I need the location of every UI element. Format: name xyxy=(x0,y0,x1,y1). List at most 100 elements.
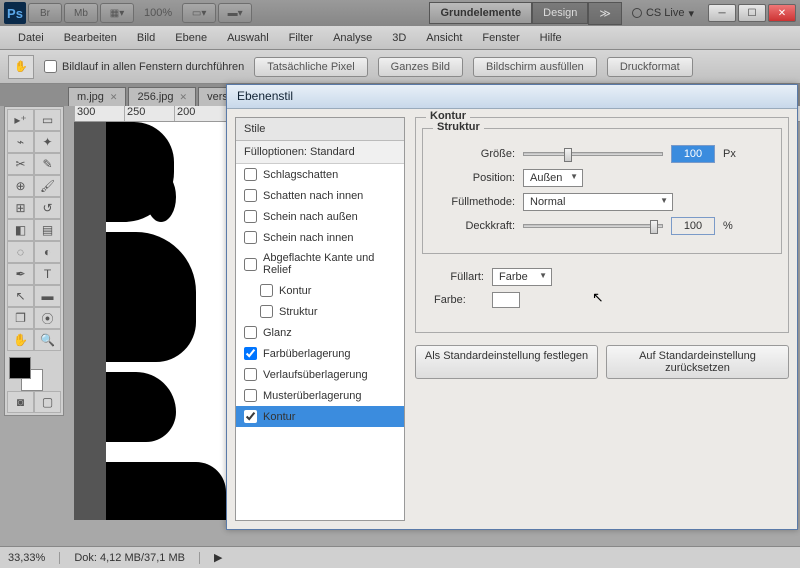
style-item-11[interactable]: Kontur xyxy=(236,406,404,427)
gradient-tool[interactable]: ▤ xyxy=(34,219,61,241)
style-item-0[interactable]: Schlagschatten xyxy=(236,164,404,185)
menu-datei[interactable]: Datei xyxy=(8,28,54,48)
status-doc[interactable]: Dok: 4,12 MB/37,1 MB xyxy=(74,552,200,564)
minimize-button[interactable]: ─ xyxy=(708,4,736,22)
style-item-2[interactable]: Schein nach außen xyxy=(236,206,404,227)
screenmode-button[interactable]: ▢ xyxy=(34,391,61,413)
menu-hilfe[interactable]: Hilfe xyxy=(530,28,572,48)
app-bar: Ps Br Mb ▦▾ 100% ▭▾ ▬▾ Grundelemente Des… xyxy=(0,0,800,26)
style-item-5[interactable]: Kontur xyxy=(236,280,404,301)
zoom-level[interactable]: 100% xyxy=(136,7,180,19)
quickmask-button[interactable]: ◙ xyxy=(7,391,34,413)
color-label: Farbe: xyxy=(434,294,484,306)
opacity-input[interactable]: 100 xyxy=(671,217,715,235)
layer-style-dialog: Ebenenstil Stile Fülloptionen: Standard … xyxy=(226,84,798,530)
make-default-button[interactable]: Als Standardeinstellung festlegen xyxy=(415,345,598,379)
maximize-button[interactable]: ☐ xyxy=(738,4,766,22)
eraser-tool[interactable]: ◧ xyxy=(7,219,34,241)
status-arrow-icon[interactable]: ▶ xyxy=(214,551,222,564)
doc-tab-1[interactable]: 256.jpg✕ xyxy=(128,87,196,106)
opacity-label: Deckkraft: xyxy=(435,220,515,232)
style-item-7[interactable]: Glanz xyxy=(236,322,404,343)
cslive-icon xyxy=(632,8,642,18)
color-swatches[interactable] xyxy=(7,355,61,391)
size-input[interactable]: 100 xyxy=(671,145,715,163)
style-list-header[interactable]: Stile xyxy=(236,118,404,141)
size-slider[interactable] xyxy=(523,152,663,156)
status-zoom[interactable]: 33,33% xyxy=(8,552,60,564)
close-icon[interactable]: ✕ xyxy=(180,92,188,103)
workspace-tab-design[interactable]: Design xyxy=(532,2,588,24)
doc-tab-0[interactable]: m.jpg✕ xyxy=(68,87,126,106)
type-tool[interactable]: T xyxy=(34,263,61,285)
brush-tool[interactable]: 🖌 xyxy=(34,175,61,197)
style-item-10[interactable]: Musterüberlagerung xyxy=(236,385,404,406)
workspace-more[interactable]: ≫ xyxy=(588,2,622,25)
pen-tool[interactable]: ✒ xyxy=(7,263,34,285)
blend-dropdown[interactable]: Normal xyxy=(523,193,673,211)
screen-mode-button[interactable]: ▬▾ xyxy=(218,3,252,23)
minibridge-button[interactable]: Mb xyxy=(64,3,98,23)
view-extras-button[interactable]: ▦▾ xyxy=(100,3,134,23)
dodge-tool[interactable]: ◐ xyxy=(34,241,61,263)
arrange-button[interactable]: ▭▾ xyxy=(182,3,216,23)
toolbox: ▸⁺▭ ⌁✦ ✂✎ ⊕🖌 ⊞↺ ◧▤ ◌◐ ✒T ↖▬ ❐⦿ ✋🔍 ◙▢ xyxy=(4,106,64,416)
actual-pixels-button[interactable]: Tatsächliche Pixel xyxy=(254,57,367,77)
wand-tool[interactable]: ✦ xyxy=(34,131,61,153)
opacity-unit: % xyxy=(723,220,733,232)
style-item-4[interactable]: Abgeflachte Kante und Relief xyxy=(236,248,404,280)
menu-ansicht[interactable]: Ansicht xyxy=(416,28,472,48)
menu-bar: Datei Bearbeiten Bild Ebene Auswahl Filt… xyxy=(0,26,800,50)
style-item-1[interactable]: Schatten nach innen xyxy=(236,185,404,206)
cslive-button[interactable]: CS Live ▾ xyxy=(624,7,702,20)
move-tool[interactable]: ▸⁺ xyxy=(7,109,34,131)
menu-analyse[interactable]: Analyse xyxy=(323,28,382,48)
blend-options-item[interactable]: Fülloptionen: Standard xyxy=(236,141,404,164)
menu-filter[interactable]: Filter xyxy=(279,28,323,48)
filltype-label: Füllart: xyxy=(434,271,484,283)
style-item-3[interactable]: Schein nach innen xyxy=(236,227,404,248)
menu-ebene[interactable]: Ebene xyxy=(165,28,217,48)
style-item-8[interactable]: Farbüberlagerung xyxy=(236,343,404,364)
menu-fenster[interactable]: Fenster xyxy=(472,28,529,48)
close-button[interactable]: ✕ xyxy=(768,4,796,22)
print-size-button[interactable]: Druckformat xyxy=(607,57,693,77)
position-label: Position: xyxy=(435,172,515,184)
workspace-tab-grundelemente[interactable]: Grundelemente xyxy=(429,2,532,24)
history-brush-tool[interactable]: ↺ xyxy=(34,197,61,219)
close-icon[interactable]: ✕ xyxy=(110,92,118,103)
menu-auswahl[interactable]: Auswahl xyxy=(217,28,279,48)
opacity-slider[interactable] xyxy=(523,224,663,228)
filltype-dropdown[interactable]: Farbe xyxy=(492,268,552,286)
canvas[interactable] xyxy=(106,122,226,520)
bridge-button[interactable]: Br xyxy=(28,3,62,23)
eyedropper-tool[interactable]: ✎ xyxy=(34,153,61,175)
zoom-tool[interactable]: 🔍 xyxy=(34,329,61,351)
reset-default-button[interactable]: Auf Standardeinstellung zurücksetzen xyxy=(606,345,789,379)
style-item-9[interactable]: Verlaufsüberlagerung xyxy=(236,364,404,385)
scroll-all-checkbox[interactable]: Bildlauf in allen Fenstern durchführen xyxy=(44,60,244,73)
path-tool[interactable]: ↖ xyxy=(7,285,34,307)
hand-tool[interactable]: ✋ xyxy=(7,329,34,351)
3d-tool[interactable]: ❐ xyxy=(7,307,34,329)
lasso-tool[interactable]: ⌁ xyxy=(7,131,34,153)
crop-tool[interactable]: ✂ xyxy=(7,153,34,175)
style-list: Stile Fülloptionen: Standard Schlagschat… xyxy=(235,117,405,521)
options-bar: ✋ Bildlauf in allen Fenstern durchführen… xyxy=(0,50,800,84)
style-item-6[interactable]: Struktur xyxy=(236,301,404,322)
menu-3d[interactable]: 3D xyxy=(382,28,416,48)
menu-bearbeiten[interactable]: Bearbeiten xyxy=(54,28,127,48)
blur-tool[interactable]: ◌ xyxy=(7,241,34,263)
marquee-tool[interactable]: ▭ xyxy=(34,109,61,131)
fit-screen-button[interactable]: Ganzes Bild xyxy=(378,57,463,77)
shape-tool[interactable]: ▬ xyxy=(34,285,61,307)
menu-bild[interactable]: Bild xyxy=(127,28,165,48)
fill-screen-button[interactable]: Bildschirm ausfüllen xyxy=(473,57,597,77)
hand-tool-icon[interactable]: ✋ xyxy=(8,55,34,79)
color-swatch[interactable] xyxy=(492,292,520,308)
fg-color-swatch[interactable] xyxy=(9,357,31,379)
3d-camera-tool[interactable]: ⦿ xyxy=(34,307,61,329)
stamp-tool[interactable]: ⊞ xyxy=(7,197,34,219)
position-dropdown[interactable]: Außen xyxy=(523,169,583,187)
heal-tool[interactable]: ⊕ xyxy=(7,175,34,197)
